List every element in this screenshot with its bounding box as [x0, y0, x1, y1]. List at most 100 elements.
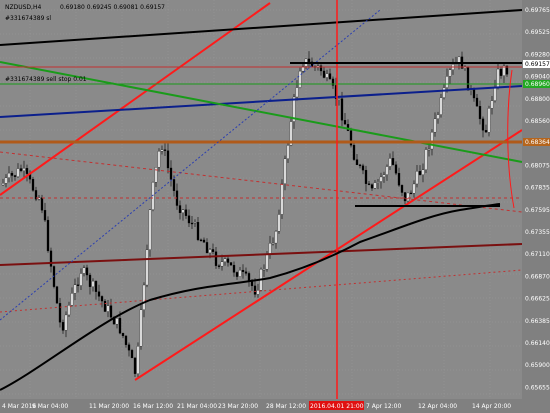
candle-body: [214, 251, 218, 266]
time-axis-label: 12 Apr 04:00: [418, 403, 457, 410]
candle-body: [271, 242, 275, 245]
candle-body: [466, 66, 470, 91]
price-axis-label: 0.68560: [525, 118, 550, 125]
candle-body: [493, 86, 497, 101]
candle-body: [31, 178, 35, 191]
candle-body: [97, 291, 101, 297]
chart-canvas[interactable]: NZDUSD,H4 0.69180 0.69245 0.69081 0.6915…: [0, 0, 550, 413]
candle-body: [208, 249, 212, 254]
candle-body: [436, 114, 440, 119]
candle-body: [481, 118, 485, 131]
candle-body: [22, 168, 26, 171]
price-axis-label: 0.66870: [525, 273, 550, 280]
blue-dotted-diagonal: [0, 9, 381, 321]
candle-body: [268, 243, 272, 255]
candle-body: [223, 258, 227, 262]
price-axis-label: 0.69765: [525, 7, 550, 14]
candle-body: [235, 272, 239, 277]
candle-body: [73, 284, 77, 294]
candle-body: [376, 181, 380, 183]
candle-body: [148, 209, 152, 250]
price-axis-label: 0.67835: [525, 185, 550, 192]
candle-body: [397, 173, 401, 186]
time-axis-label: 2016.04.01 21:00: [310, 403, 364, 410]
time-axis: 4 Mar 20169 Mar 04:00 11 Mar 20:00 16 Mar …: [0, 399, 550, 413]
candle-body: [367, 183, 371, 185]
candle-body: [418, 171, 422, 175]
candle-body: [205, 242, 209, 254]
candle-body: [388, 158, 392, 167]
candle-body: [280, 183, 284, 215]
price-axis-label: 0.66140: [525, 340, 550, 347]
price-axis-label: 0.68800: [525, 96, 550, 103]
candle-body: [484, 130, 488, 133]
price-axis-label: 0.67595: [525, 207, 550, 214]
darkred-trendline[interactable]: [0, 243, 523, 266]
candle-body: [139, 309, 143, 347]
candle-body: [391, 158, 395, 165]
candle-body: [109, 305, 113, 318]
price-axis-label: 0.65900: [525, 362, 550, 369]
candle-body: [298, 70, 302, 88]
candle-body: [217, 265, 221, 267]
candle-body: [256, 290, 260, 295]
candle-body: [67, 305, 71, 316]
candle-body: [25, 168, 29, 174]
candle-body: [136, 346, 140, 374]
candle-body: [337, 98, 341, 100]
candle-body: [61, 322, 65, 331]
candle-body: [79, 273, 83, 286]
red-channel-lower-line[interactable]: [134, 129, 523, 381]
drawn-objects[interactable]: [0, 0, 523, 399]
candle-body: [184, 209, 188, 216]
candle-body: [88, 274, 92, 287]
candle-body: [4, 177, 8, 184]
price-axis-label: 0.69040: [525, 74, 550, 81]
time-axis-label: 14 Apr 20:00: [472, 403, 511, 410]
candle-body: [211, 249, 215, 252]
candle-body: [343, 120, 347, 125]
candle-body: [379, 176, 383, 182]
candle-body: [133, 357, 137, 374]
black-upper-trendline[interactable]: [0, 9, 523, 46]
ohlc-label: 0.69180 0.69245 0.69081 0.69157: [60, 4, 165, 11]
candle-body: [1, 183, 5, 186]
candle-body: [355, 159, 359, 166]
price-axis-label: 0.69280: [525, 51, 550, 58]
candle-body: [406, 192, 410, 202]
candle-body: [412, 183, 416, 194]
candle-body: [55, 286, 59, 304]
candle-body: [85, 267, 89, 276]
candle-body: [340, 98, 344, 121]
candle-body: [157, 151, 161, 168]
candle-body: [295, 87, 299, 98]
candle-body: [172, 179, 176, 191]
candle-body: [58, 303, 62, 323]
candle-body: [145, 249, 149, 286]
candle-body: [394, 164, 398, 174]
candle-body: [244, 271, 248, 274]
candle-body: [19, 168, 23, 171]
chart-window[interactable]: NZDUSD,H4 0.69180 0.69245 0.69081 0.6915…: [0, 0, 550, 413]
candle-body: [475, 97, 479, 107]
candle-body: [40, 197, 44, 211]
grid: [0, 0, 522, 399]
price-axis-label: 0.69525: [525, 29, 550, 36]
candle-body: [238, 269, 242, 277]
price-axis-label: 0.68075: [525, 162, 550, 169]
time-axis-label: 9 Mar 04:00: [32, 403, 68, 410]
candle-body: [328, 73, 332, 80]
candle-body: [433, 118, 437, 133]
candle-body: [106, 305, 110, 312]
candle-body: [472, 89, 476, 99]
candle-body: [7, 172, 11, 178]
candle-body: [91, 280, 95, 287]
candle-body: [385, 166, 389, 175]
candle-body: [127, 344, 131, 351]
candle-body: [103, 300, 107, 312]
candle-body: [439, 97, 443, 115]
time-axis-label: 23 Mar 20:00: [218, 403, 258, 410]
red-channel-upper-line[interactable]: [0, 2, 271, 196]
candle-body: [427, 148, 431, 151]
candle-body: [130, 350, 134, 359]
